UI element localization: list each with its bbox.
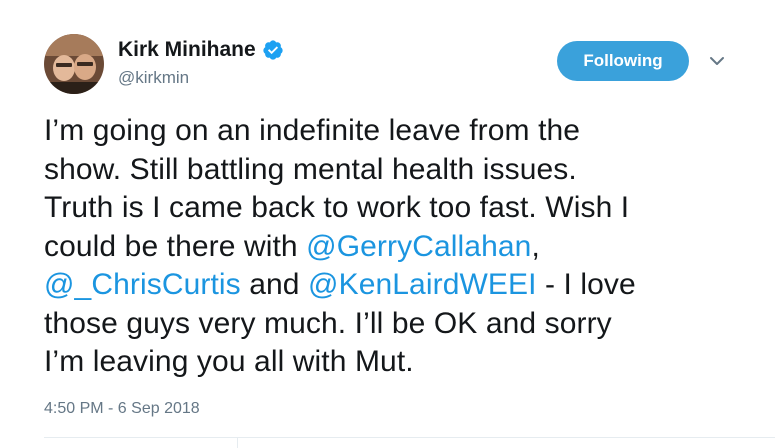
tweet-text: I’m going on an indefinite leave from th… [44,112,759,382]
mention-link[interactable]: @_ChrisCurtis [44,268,241,301]
author-handle[interactable]: @kirkmin [118,68,189,88]
tweet-text-segment: I’m leaving you all with Mut. [44,345,414,378]
following-button[interactable]: Following [557,41,689,81]
tweet-text-segment: I’m going on an indefinite leave from th… [44,114,581,147]
divider-tick [237,437,238,448]
tweet-line: show. Still battling mental health issue… [44,151,759,190]
avatar-photo [44,34,104,94]
mention-link[interactable]: @KenLairdWEEI [308,268,537,301]
verified-badge-icon [262,39,284,61]
tweet-text-segment: could be there with [44,229,307,263]
tweet-text-segment: Truth is I came back to work too fast. W… [44,191,630,224]
tweet-line: @_ChrisCurtis and @KenLairdWEEI - I love [44,266,759,305]
tweet-text-segment: and [240,268,309,301]
tweet-text-segment: , [531,229,540,263]
author-display-name[interactable]: Kirk Minihane [118,38,256,62]
author-name-row: Kirk Minihane [118,38,284,62]
tweet-line: could be there with @GerryCallahan, [44,228,759,267]
tweet-text-segment: - I love [536,268,636,301]
avatar[interactable] [44,34,104,94]
tweet-line: Truth is I came back to work too fast. W… [44,189,759,228]
chevron-down-icon[interactable] [708,54,726,68]
divider [44,437,775,438]
mention-link[interactable]: @GerryCallahan [306,230,531,263]
tweet-line: I’m leaving you all with Mut. [44,343,759,382]
tweet-text-segment: show. Still battling mental health issue… [44,152,577,186]
tweet-timestamp[interactable]: 4:50 PM - 6 Sep 2018 [44,400,200,418]
tweet-text-segment: those guys very much. I’ll be OK and sor… [44,306,612,340]
tweet-line: those guys very much. I’ll be OK and sor… [44,305,759,344]
tweet-line: I’m going on an indefinite leave from th… [44,112,759,151]
